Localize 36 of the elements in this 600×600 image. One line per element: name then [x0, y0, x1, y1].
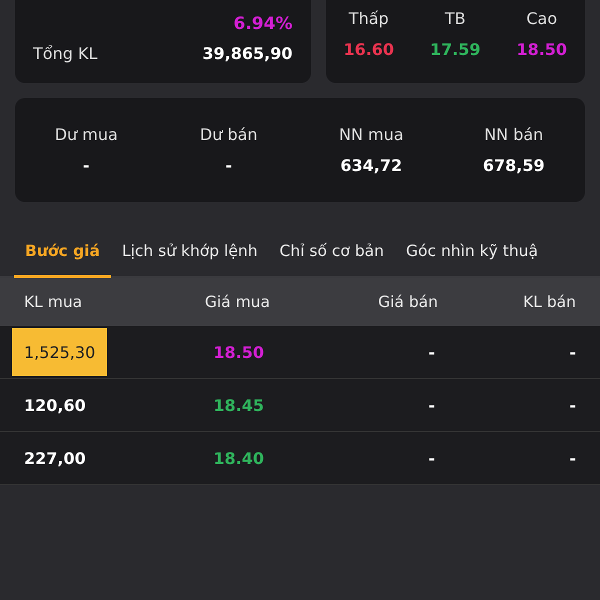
- stat-value: -: [82, 156, 90, 175]
- column-header: KL bán: [523, 293, 576, 311]
- stat-label: Dư mua: [54, 125, 118, 144]
- range-label: TB: [444, 9, 466, 28]
- tab[interactable]: Chỉ số cơ bản: [268, 234, 396, 278]
- table-cell-text: 120,60: [23, 396, 87, 414]
- tab[interactable]: Góc nhìn kỹ thuậ: [395, 234, 549, 278]
- table-cell: 18.45: [213, 396, 264, 414]
- stat-label: NN bán: [484, 125, 544, 144]
- table-cell: 18.50: [213, 342, 264, 362]
- range-value: 16.60: [343, 40, 394, 59]
- column-header: Giá mua: [204, 293, 270, 311]
- stat-label: Dư bán: [200, 125, 258, 144]
- table-cell: -: [569, 396, 576, 414]
- tab[interactable]: Lịch sử khớp lệnh: [110, 234, 269, 278]
- total-label: Tổng KL: [33, 44, 98, 63]
- column-header: KL mua: [24, 293, 82, 311]
- range-label: Thấp: [348, 9, 389, 28]
- table-cell: -: [428, 448, 435, 468]
- total-value: 39,865,90: [202, 44, 292, 63]
- table-cell: -: [428, 396, 435, 414]
- stat-label: NN mua: [338, 125, 404, 144]
- table-cell-text: 227,00: [23, 448, 87, 468]
- table-cell: -: [569, 448, 576, 468]
- stat-value: 678,59: [482, 156, 545, 175]
- table-cell: -: [569, 342, 576, 362]
- change-percent: 6.94%: [234, 14, 292, 34]
- range-value: 18.50: [516, 40, 568, 59]
- range-label: Cao: [526, 9, 558, 28]
- range-value: 17.59: [430, 40, 481, 59]
- table-cell: 1,525,30: [12, 328, 108, 376]
- column-header: Giá bán: [378, 293, 438, 311]
- table-cell: 18.40: [213, 448, 264, 468]
- table-cell: -: [428, 342, 435, 362]
- stat-value: 634,72: [340, 156, 402, 175]
- stat-value: -: [225, 156, 232, 175]
